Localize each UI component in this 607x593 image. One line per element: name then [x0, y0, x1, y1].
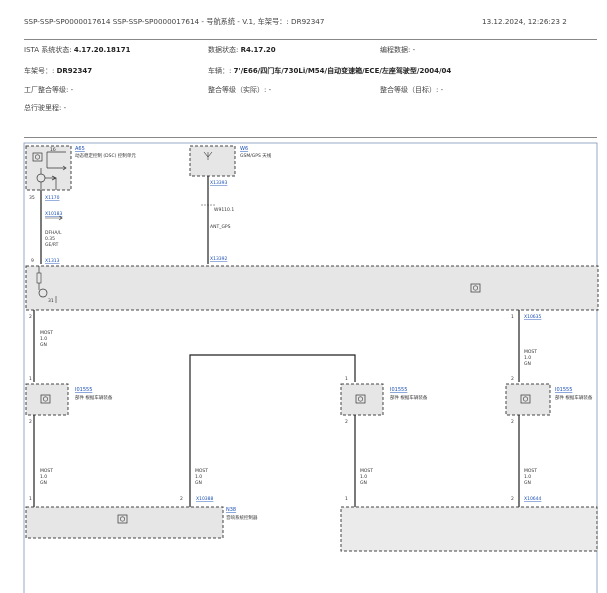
pin-1-right-top: 1 [511, 314, 514, 320]
wire-a-size: 0.35 [45, 236, 55, 242]
pin-1-center-lower: 1 [345, 496, 348, 502]
ant-gps-label: ANT_GPS [210, 224, 231, 230]
right-lower-component-box [340, 506, 598, 552]
x1313-link[interactable]: X1313 [45, 258, 60, 264]
i01555-right-link[interactable]: I01555 [555, 387, 572, 393]
size-label-6: 1.0 [524, 474, 531, 480]
most-label-1: MOST [40, 330, 53, 336]
gn-label-3: GN [40, 480, 47, 486]
pin-2-right: 2 [511, 376, 514, 382]
pin-31-label: 31 [48, 298, 54, 304]
n38-description: 音响系统控制器 [226, 514, 258, 521]
pin-35-label: 35 [29, 195, 35, 201]
i01555-center-desc: 部件 根据车辆装备 [390, 394, 428, 401]
x1170-link[interactable]: X1170 [45, 195, 60, 201]
wire-center-loop [189, 354, 356, 500]
i01555-center-box [340, 383, 384, 416]
w6-description: GSM/GPS 天线 [240, 152, 272, 159]
pin-2-center-lower: 2 [345, 419, 348, 425]
pin-2-right-lower: 2 [511, 419, 514, 425]
size-label-3: 1.0 [40, 474, 47, 480]
size-label-2: 1.0 [524, 355, 531, 361]
size-label-4: 1.0 [195, 474, 202, 480]
i01555-center-link[interactable]: I01555 [390, 387, 407, 393]
w9110-label: W9110.1 [214, 207, 234, 213]
i01555-left-link[interactable]: I01555 [75, 387, 92, 393]
pin-2-left-lower: 2 [29, 419, 32, 425]
pin-2-left-top: 2 [29, 314, 32, 320]
most-label-4: MOST [195, 468, 208, 474]
size-label-1: 1.0 [40, 336, 47, 342]
pin-2-n38: 2 [180, 496, 183, 502]
x10635-link[interactable]: X10635 [524, 314, 542, 320]
gn-label-1: GN [40, 342, 47, 348]
a65-description: 动态稳定控制 (DSC) 控制单元 [75, 152, 136, 159]
a65-id-link[interactable]: A65 [75, 146, 85, 152]
x13392-link[interactable]: X13392 [210, 256, 228, 262]
n38-id-link[interactable]: N38 [226, 507, 236, 513]
x10183-link[interactable]: X10183 [45, 211, 63, 217]
i01555-left-box [25, 383, 69, 416]
gn-label-2: GN [524, 361, 531, 367]
gn-label-6: GN [524, 480, 531, 486]
i01555-right-desc: 部件 根据车辆装备 [555, 394, 593, 401]
wire-a-code: DFHA/L [45, 230, 62, 236]
most-label-2: MOST [524, 349, 537, 355]
most-label-6: MOST [524, 468, 537, 474]
x10388-link[interactable]: X10388 [196, 496, 214, 502]
x10644-link[interactable]: X10644 [524, 496, 542, 502]
wiring-diagram-page: SSP-SSP-SP0000017614 SSP-SSP-SP000001761… [0, 0, 607, 593]
w6-component-box [189, 145, 236, 177]
wire-a-color: GE/RT [45, 242, 59, 248]
w6-id-link[interactable]: W6 [240, 146, 248, 152]
pin-2-x10644: 2 [511, 496, 514, 502]
x13393-link[interactable]: X13393 [210, 180, 228, 186]
n38-component-box [25, 506, 224, 539]
pin-1-left-lower: 1 [29, 496, 32, 502]
most-label-5: MOST [360, 468, 373, 474]
circuit-diagram: 16 A65 动态稳定控制 (DSC) 控制单元 35 X1170 X10183… [23, 142, 599, 593]
bus-component-box [25, 265, 599, 311]
i01555-right-box [505, 383, 551, 416]
gn-label-5: GN [360, 480, 367, 486]
gn-label-4: GN [195, 480, 202, 486]
pin-1-center: 1 [345, 376, 348, 382]
pin-1-left: 1 [29, 376, 32, 382]
most-label-3: MOST [40, 468, 53, 474]
pin-9-label: 9 [31, 258, 34, 264]
i01555-left-desc: 部件 根据车辆装备 [75, 394, 113, 401]
size-label-5: 1.0 [360, 474, 367, 480]
